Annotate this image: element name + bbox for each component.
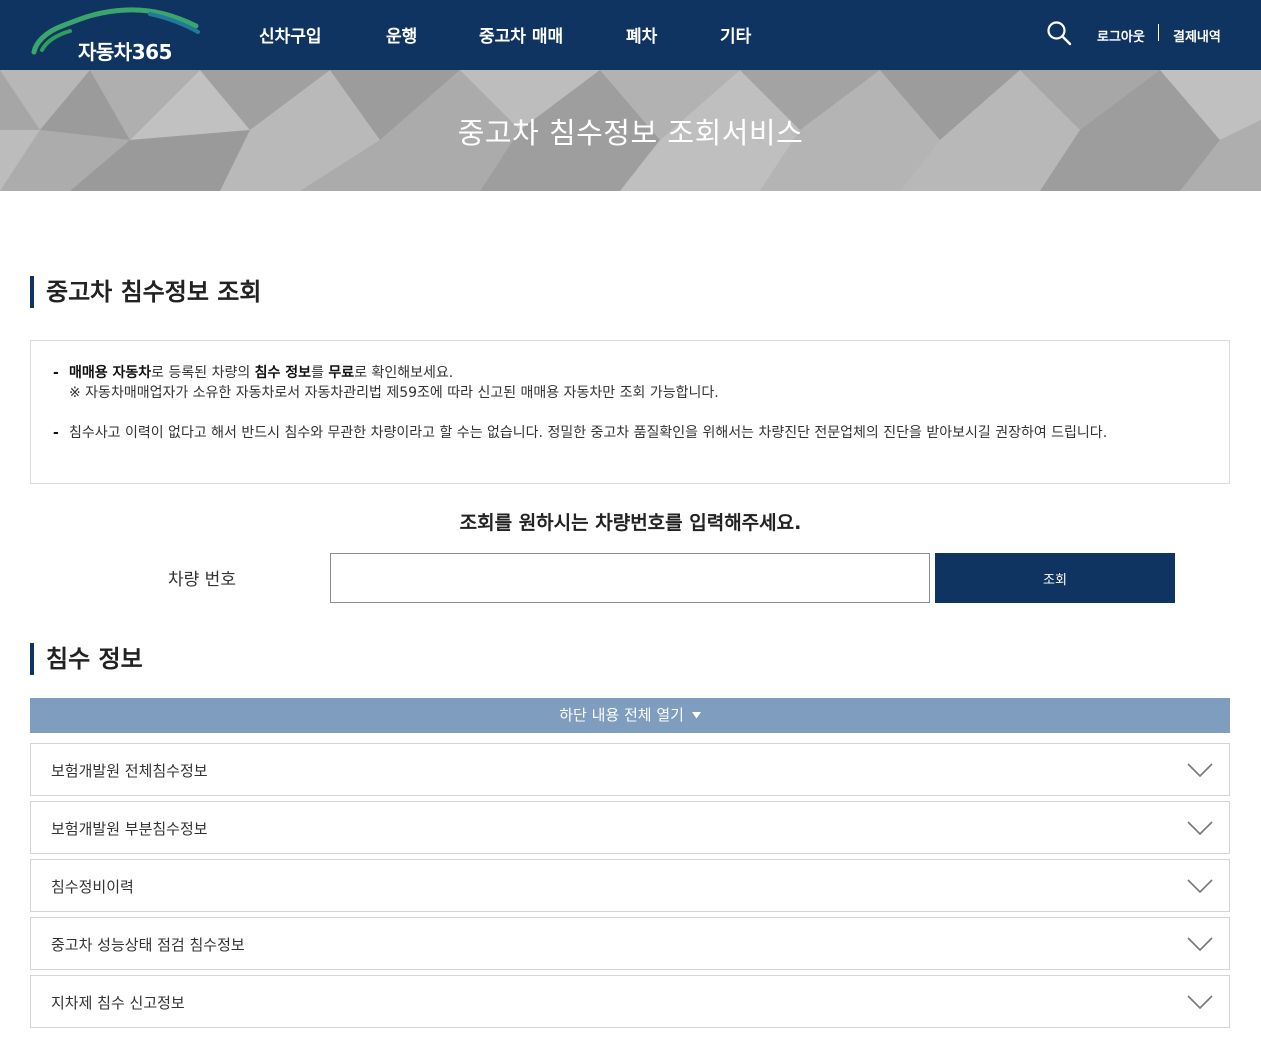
top-navigation-bar: 자동차365 신차구입 운행 중고차 매매 폐차 기타 로그아웃 결제내역 — [0, 0, 1261, 70]
site-logo[interactable]: 자동차365 — [30, 6, 202, 64]
logo-text: 자동차365 — [78, 40, 172, 64]
nav-etc[interactable]: 기타 — [720, 22, 751, 47]
nav-scrap[interactable]: 폐차 — [626, 22, 657, 47]
notice-item-disclaimer: - 침수사고 이력이 없다고 해서 반드시 침수와 무관한 차량이라고 할 수는… — [53, 423, 1203, 443]
accordion-label: 침수정비이력 — [51, 878, 134, 896]
accordion-label: 중고차 성능상태 점검 침수정보 — [51, 936, 245, 954]
notice-text: 를 — [311, 365, 329, 381]
accordion-item-inspection[interactable]: 중고차 성능상태 점검 침수정보 — [30, 917, 1230, 970]
notice-item-free-check: - 매매용 자동차로 등록된 차량의 침수 정보를 무료로 확인해보세요. ※ … — [53, 363, 1203, 403]
notice-emphasis: 매매용 자동차 — [69, 365, 152, 381]
accordion-item-partial-flood[interactable]: 보험개발원 부분침수정보 — [30, 801, 1230, 854]
section-title-flood-info: 침수 정보 — [30, 643, 143, 675]
notice-emphasis: 무료 — [328, 365, 355, 381]
page-banner: 중고차 침수정보 조회서비스 — [0, 70, 1261, 191]
notice-disclaimer-text: 침수사고 이력이 없다고 해서 반드시 침수와 무관한 차량이라고 할 수는 없… — [69, 425, 1108, 441]
query-button[interactable]: 조회 — [935, 553, 1175, 603]
plate-number-input[interactable] — [330, 553, 930, 603]
triangle-down-icon — [691, 712, 701, 719]
accordion-label: 보험개발원 부분침수정보 — [51, 820, 208, 838]
bullet-dash-icon: - — [53, 425, 59, 441]
accordion-label: 보험개발원 전체침수정보 — [51, 762, 208, 780]
chevron-down-icon — [1187, 937, 1213, 952]
nav-used-car-trade[interactable]: 중고차 매매 — [479, 22, 563, 47]
expand-all-label: 하단 내용 전체 열기 — [559, 706, 684, 724]
notice-emphasis: 침수 정보 — [254, 365, 312, 381]
nav-driving[interactable]: 운행 — [386, 22, 417, 47]
section-title-lookup: 중고차 침수정보 조회 — [30, 276, 261, 308]
chevron-down-icon — [1187, 821, 1213, 836]
logout-link[interactable]: 로그아웃 — [1097, 26, 1145, 45]
notice-text: 로 등록된 차량의 — [151, 365, 255, 381]
plate-number-label: 차량 번호 — [168, 570, 236, 590]
accordion-item-full-flood[interactable]: 보험개발원 전체침수정보 — [30, 743, 1230, 796]
expand-all-button[interactable]: 하단 내용 전체 열기 — [30, 698, 1230, 733]
accordion-item-repair-history[interactable]: 침수정비이력 — [30, 859, 1230, 912]
accordion-label: 지차제 침수 신고정보 — [51, 994, 185, 1012]
banner-title: 중고차 침수정보 조회서비스 — [457, 116, 804, 150]
notice-box: - 매매용 자동차로 등록된 차량의 침수 정보를 무료로 확인해보세요. ※ … — [30, 340, 1230, 484]
lookup-prompt: 조회를 원하시는 차량번호를 입력해주세요. — [459, 512, 802, 534]
notice-footnote: ※ 자동차매매업자가 소유한 자동차로서 자동차관리법 제59조에 따라 신고된… — [69, 385, 719, 401]
search-icon[interactable] — [1046, 20, 1072, 46]
chevron-down-icon — [1187, 763, 1213, 778]
util-divider — [1158, 24, 1159, 41]
accordion-item-local-report[interactable]: 지차제 침수 신고정보 — [30, 975, 1230, 1028]
chevron-down-icon — [1187, 879, 1213, 894]
payment-history-link[interactable]: 결제내역 — [1173, 26, 1221, 45]
bullet-dash-icon: - — [53, 365, 59, 381]
nav-new-car[interactable]: 신차구입 — [259, 22, 322, 47]
notice-text: 로 확인해보세요. — [354, 365, 454, 381]
chevron-down-icon — [1187, 995, 1213, 1010]
